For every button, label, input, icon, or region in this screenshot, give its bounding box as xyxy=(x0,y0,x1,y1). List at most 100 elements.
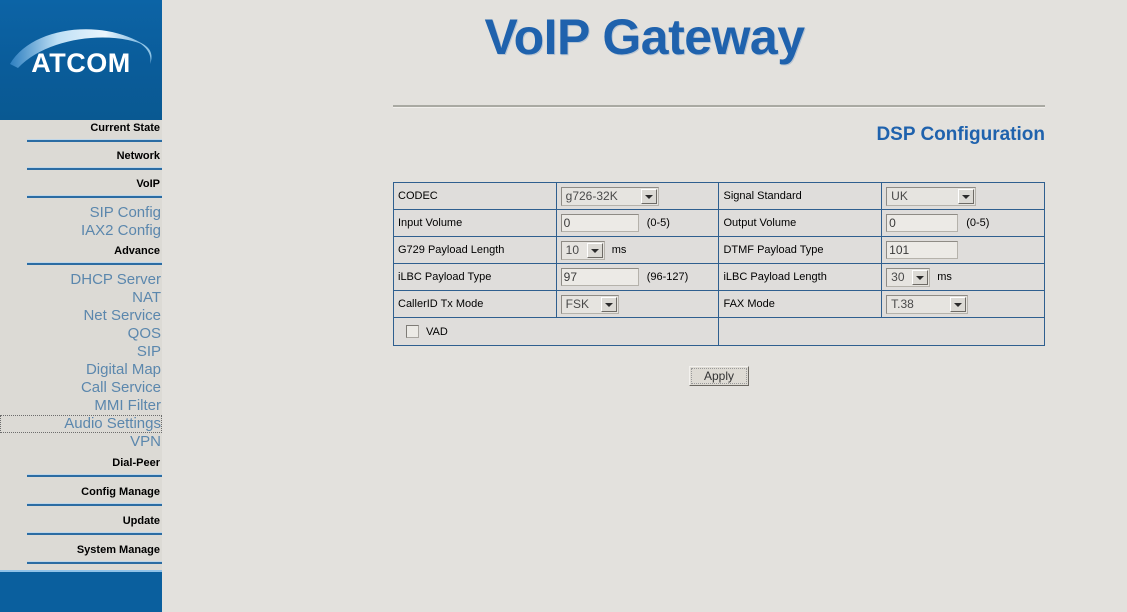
field-ilbc-payload-type-cell: (96-127) xyxy=(555,263,720,291)
chevron-down-icon xyxy=(640,188,657,204)
sidebar-item-update[interactable]: Update xyxy=(0,513,162,530)
callerid-tx-mode-select-value: FSK xyxy=(565,296,589,311)
table-row: Input Volume (0-5) Output Volume (0-5) xyxy=(393,209,1045,237)
sidebar-item-nat[interactable]: NAT xyxy=(0,289,162,307)
sidebar-item-call-service[interactable]: Call Service xyxy=(0,379,162,397)
menu-divider xyxy=(27,167,162,170)
page-subtitle: DSP Configuration xyxy=(876,124,1045,145)
fax-mode-select[interactable]: T.38 xyxy=(886,294,969,314)
header-divider xyxy=(393,105,1045,108)
sidebar-item-mmi-filter[interactable]: MMI Filter xyxy=(0,397,162,415)
output-volume-field[interactable] xyxy=(886,214,959,232)
menu-divider xyxy=(27,532,162,535)
sidebar-item-audio-settings[interactable]: Audio Settings xyxy=(0,415,162,433)
sidebar-item-voip[interactable]: VoIP xyxy=(0,176,162,193)
apply-button[interactable]: Apply xyxy=(688,366,750,386)
sidebar-item-digital-map[interactable]: Digital Map xyxy=(0,361,162,379)
sidebar-item-label: NAT xyxy=(132,289,161,306)
main-content: VoIP Gateway DSP Configuration CODEC g72… xyxy=(162,0,1127,612)
sidebar-menu: Current State Network VoIP SIP Config IA… xyxy=(0,120,162,570)
ilbc-payload-type-field[interactable] xyxy=(560,268,639,286)
sidebar-item-label: DHCP Server xyxy=(70,271,161,288)
label-callerid-tx-mode: CallerID Tx Mode xyxy=(393,290,557,318)
fax-mode-select-value: T.38 xyxy=(891,296,914,311)
sidebar-item-label: Network xyxy=(116,150,160,162)
label-codec: CODEC xyxy=(393,182,557,210)
field-ilbc-payload-length-cell: 30 ms xyxy=(881,263,1045,291)
sidebar-item-label: System Manage xyxy=(76,544,160,556)
sidebar-item-label: Net Service xyxy=(83,307,161,324)
ilbc-payload-type-hint: (96-127) xyxy=(646,270,689,283)
sidebar-item-label: Current State xyxy=(90,122,160,134)
table-row: iLBC Payload Type (96-127) iLBC Payload … xyxy=(393,263,1045,291)
signal-standard-select[interactable]: UK xyxy=(886,186,977,206)
ilbc-payload-length-unit: ms xyxy=(937,270,952,283)
table-row: VAD xyxy=(392,317,1045,346)
sidebar-item-sip[interactable]: SIP xyxy=(0,343,162,361)
sidebar-item-label: Config Manage xyxy=(81,486,160,498)
table-row: CODEC g726-32K Signal Standard UK xyxy=(393,182,1045,210)
field-callerid-tx-mode-cell: FSK xyxy=(555,290,720,318)
sidebar-item-label: IAX2 Config xyxy=(80,222,161,239)
sidebar-item-label: Audio Settings xyxy=(64,415,161,432)
sidebar-item-dhcp-server[interactable]: DHCP Server xyxy=(0,271,162,289)
field-g729-payload-length-cell: 10 ms xyxy=(555,236,720,264)
field-codec-cell: g726-32K xyxy=(555,182,720,210)
sidebar-item-vpn[interactable]: VPN xyxy=(0,433,162,451)
signal-standard-select-value: UK xyxy=(891,188,908,203)
label-input-volume: Input Volume xyxy=(393,209,557,237)
g729-payload-length-select[interactable]: 10 xyxy=(560,240,605,260)
sidebar-item-advance[interactable]: Advance xyxy=(0,243,162,260)
input-volume-field[interactable] xyxy=(560,214,639,232)
sidebar-item-system-manage[interactable]: System Manage xyxy=(0,542,162,559)
label-signal-standard: Signal Standard xyxy=(718,182,883,210)
brand-logo-text: ATCOM xyxy=(31,48,131,78)
sidebar-item-label: Digital Map xyxy=(85,361,161,378)
sidebar-footer xyxy=(0,570,162,612)
form-actions: Apply xyxy=(393,366,1045,386)
sidebar-item-label: SIP Config xyxy=(89,204,161,221)
sidebar-item-iax2-config[interactable]: IAX2 Config xyxy=(0,222,162,240)
codec-select-value: g726-32K xyxy=(565,188,618,203)
label-output-volume: Output Volume xyxy=(718,209,883,237)
sidebar-item-label: Update xyxy=(122,515,160,527)
page-root: ATCOM Current State Network VoIP SIP Con… xyxy=(0,0,1127,612)
chevron-down-icon xyxy=(912,269,929,285)
sidebar-item-config-manage[interactable]: Config Manage xyxy=(0,484,162,501)
menu-divider xyxy=(27,139,162,142)
sidebar-item-dial-peer[interactable]: Dial-Peer xyxy=(0,455,162,472)
vad-checkbox[interactable] xyxy=(406,325,419,338)
label-fax-mode: FAX Mode xyxy=(718,290,883,318)
field-signal-standard-cell: UK xyxy=(881,182,1045,210)
label-g729-payload-length: G729 Payload Length xyxy=(393,236,557,264)
vad-label: VAD xyxy=(426,325,448,338)
chevron-down-icon xyxy=(950,296,967,312)
sidebar-item-label: Call Service xyxy=(80,379,161,396)
g729-payload-length-unit: ms xyxy=(611,243,627,256)
sidebar-item-sip-config[interactable]: SIP Config xyxy=(0,204,162,222)
sidebar-item-qos[interactable]: QOS xyxy=(0,325,162,343)
sidebar-item-network[interactable]: Network xyxy=(0,148,162,165)
sidebar-item-label: SIP xyxy=(136,343,161,360)
menu-divider xyxy=(27,262,162,265)
codec-select[interactable]: g726-32K xyxy=(560,186,659,206)
label-ilbc-payload-length: iLBC Payload Length xyxy=(718,263,883,291)
vad-empty-cell xyxy=(718,317,1045,346)
chevron-down-icon xyxy=(958,188,975,204)
sidebar-item-label: Advance xyxy=(114,245,160,257)
dtmf-payload-type-field[interactable] xyxy=(886,241,959,259)
menu-divider xyxy=(27,561,162,564)
sidebar-item-net-service[interactable]: Net Service xyxy=(0,307,162,325)
ilbc-payload-length-select-value: 30 xyxy=(891,269,905,284)
menu-divider xyxy=(27,503,162,506)
vad-checkbox-wrap[interactable]: VAD xyxy=(398,318,448,345)
dsp-configuration-form: CODEC g726-32K Signal Standard UK Input … xyxy=(392,182,1045,346)
field-output-volume-cell: (0-5) xyxy=(881,209,1045,237)
chevron-down-icon xyxy=(600,296,617,312)
g729-payload-length-select-value: 10 xyxy=(565,242,580,257)
sidebar-item-current-state[interactable]: Current State xyxy=(0,120,162,137)
brand-logo[interactable]: ATCOM xyxy=(0,0,162,120)
callerid-tx-mode-select[interactable]: FSK xyxy=(560,294,619,314)
page-title: VoIP Gateway xyxy=(484,9,805,65)
ilbc-payload-length-select[interactable]: 30 xyxy=(886,267,931,287)
